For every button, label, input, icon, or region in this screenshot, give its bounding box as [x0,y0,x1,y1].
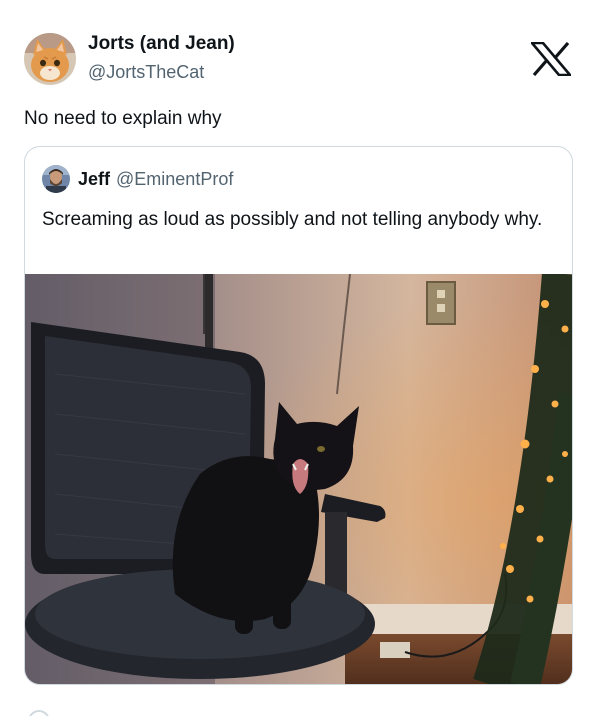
tweet-card: Jorts (and Jean) @JortsTheCat No need to… [0,0,599,716]
tweet-text: No need to explain why [24,108,222,129]
person-avatar-icon [42,165,70,193]
quoted-author-avatar[interactable] [42,165,70,193]
quoted-author-handle[interactable]: @EminentProf [116,169,233,190]
x-logo-icon[interactable] [529,41,573,77]
black-cat-screaming-on-office-chair-photo-icon [25,274,572,684]
quoted-tweet-photo[interactable] [25,274,572,684]
author-names: Jorts (and Jean) @JortsTheCat [88,32,235,84]
quoted-tweet[interactable]: Jeff @EminentProf Screaming as loud as p… [24,146,573,685]
quoted-tweet-header: Jeff @EminentProf [42,165,233,193]
tweet-header: Jorts (and Jean) @JortsTheCat [24,33,235,85]
author-avatar[interactable] [24,33,76,85]
orange-cat-avatar-icon [24,33,76,85]
quoted-tweet-text: Screaming as loud as possibly and not te… [42,209,543,230]
author-display-name[interactable]: Jorts (and Jean) [88,32,235,56]
next-item-avatar-edge [28,710,50,716]
quoted-author-display-name[interactable]: Jeff [78,169,110,190]
author-handle[interactable]: @JortsTheCat [88,60,235,84]
